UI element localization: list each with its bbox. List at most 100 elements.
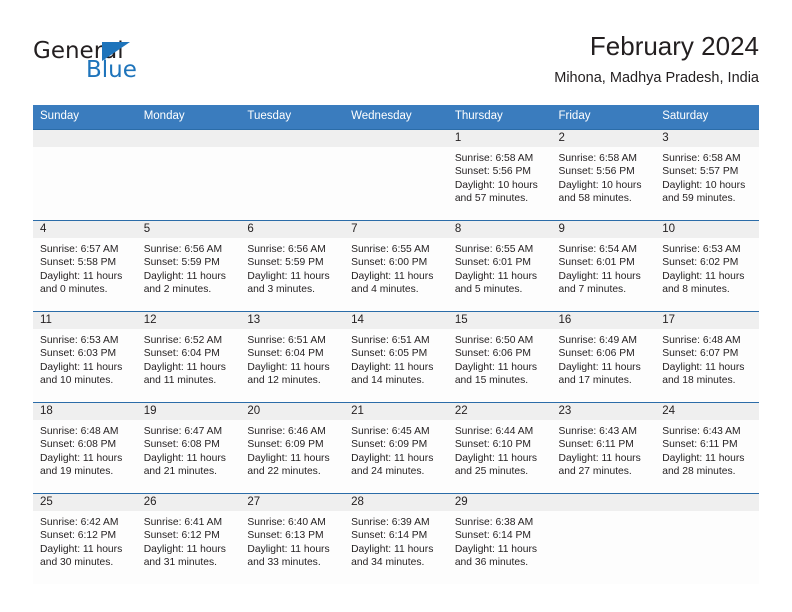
sunrise-time: Sunrise: 6:50 AM bbox=[454, 335, 534, 346]
day-number: 3 bbox=[655, 130, 759, 147]
calendar-day-cell[interactable]: 28 Sunrise: 6:39 AM Sunset: 6:14 PM Dayligh… bbox=[344, 493, 448, 584]
calendar-day-cell[interactable]: 20 Sunrise: 6:46 AM Sunset: 6:09 PM Dayligh… bbox=[240, 402, 345, 494]
daylight-line-2: and 7 minutes. bbox=[558, 284, 627, 296]
day-details: Sunrise: 6:40 AM Sunset: 6:13 PM Daylight:… bbox=[240, 511, 344, 570]
sunrise-time: Sunrise: 6:46 AM bbox=[247, 426, 326, 437]
daylight-line-1: Daylight: 11 hours bbox=[247, 452, 330, 464]
day-number: 13 bbox=[240, 312, 345, 329]
calendar-day-cell[interactable]: 22 Sunrise: 6:44 AM Sunset: 6:10 PM Dayligh… bbox=[447, 402, 552, 494]
daylight-line-1: Daylight: 11 hours bbox=[454, 270, 538, 282]
calendar-day-cell[interactable]: 16 Sunrise: 6:49 AM Sunset: 6:06 PM Dayligh… bbox=[551, 311, 656, 403]
calendar-day-cell[interactable]: 10 Sunrise: 6:53 AM Sunset: 6:02 PM Dayligh… bbox=[655, 220, 759, 312]
calendar-day-cell[interactable]: 8 Sunrise: 6:55 AM Sunset: 6:01 PM Daylight… bbox=[447, 220, 552, 312]
calendar-day-cell[interactable] bbox=[344, 129, 448, 221]
sunrise-time: Sunrise: 6:49 AM bbox=[558, 335, 637, 346]
day-cell-content bbox=[344, 130, 448, 220]
sunrise-time: Sunrise: 6:58 AM bbox=[454, 153, 534, 164]
calendar-day-cell[interactable]: 15 Sunrise: 6:50 AM Sunset: 6:06 PM Dayligh… bbox=[447, 311, 552, 403]
sunset-time: Sunset: 6:09 PM bbox=[247, 439, 324, 451]
daylight-line-2: and 33 minutes. bbox=[247, 557, 321, 569]
daylight-line-1: Daylight: 11 hours bbox=[662, 270, 745, 282]
calendar-day-cell[interactable]: 14 Sunrise: 6:51 AM Sunset: 6:05 PM Dayligh… bbox=[344, 311, 448, 403]
sunset-time: Sunset: 5:58 PM bbox=[40, 257, 117, 269]
calendar-day-cell[interactable]: 17 Sunrise: 6:48 AM Sunset: 6:07 PM Dayligh… bbox=[655, 311, 759, 403]
calendar-day-cell[interactable]: 3 Sunrise: 6:58 AM Sunset: 5:57 PM Daylight… bbox=[655, 129, 759, 221]
day-cell-content: 1 Sunrise: 6:58 AM Sunset: 5:56 PM Daylight… bbox=[447, 130, 552, 220]
calendar-day-cell[interactable]: 29 Sunrise: 6:38 AM Sunset: 6:14 PM Dayligh… bbox=[447, 493, 552, 584]
daylight-line-1: Daylight: 11 hours bbox=[662, 452, 745, 464]
daylight-line-2: and 19 minutes. bbox=[40, 466, 114, 478]
day-number: 22 bbox=[447, 403, 552, 420]
sunrise-time: Sunrise: 6:43 AM bbox=[558, 426, 637, 437]
sunrise-time: Sunrise: 6:45 AM bbox=[351, 426, 430, 437]
calendar-day-cell[interactable] bbox=[136, 129, 241, 221]
calendar-day-cell[interactable]: 21 Sunrise: 6:45 AM Sunset: 6:09 PM Dayligh… bbox=[344, 402, 448, 494]
calendar-day-cell[interactable]: 11 Sunrise: 6:53 AM Sunset: 6:03 PM Dayligh… bbox=[33, 311, 137, 403]
sunset-time: Sunset: 6:05 PM bbox=[351, 348, 428, 360]
sunset-time: Sunset: 6:00 PM bbox=[351, 257, 428, 269]
day-details: Sunrise: 6:43 AM Sunset: 6:11 PM Daylight:… bbox=[655, 420, 759, 479]
sunrise-time: Sunrise: 6:44 AM bbox=[454, 426, 534, 437]
daylight-line-1: Daylight: 11 hours bbox=[40, 452, 123, 464]
sunrise-time: Sunrise: 6:54 AM bbox=[558, 244, 637, 255]
day-details: Sunrise: 6:39 AM Sunset: 6:14 PM Daylight:… bbox=[344, 511, 448, 570]
calendar-day-cell[interactable]: 13 Sunrise: 6:51 AM Sunset: 6:04 PM Dayligh… bbox=[240, 311, 345, 403]
day-number: 28 bbox=[344, 494, 448, 511]
day-cell-content bbox=[136, 130, 241, 220]
day-cell-content: 12 Sunrise: 6:52 AM Sunset: 6:04 PM Dayligh… bbox=[136, 312, 241, 402]
daylight-line-2: and 22 minutes. bbox=[247, 466, 321, 478]
daylight-line-2: and 24 minutes. bbox=[351, 466, 425, 478]
sunrise-time: Sunrise: 6:53 AM bbox=[662, 244, 741, 255]
day-details: Sunrise: 6:57 AM Sunset: 5:58 PM Daylight:… bbox=[33, 238, 137, 297]
calendar-page: General Blue February 2024 Mihona, Madhy… bbox=[0, 0, 792, 612]
day-details: Sunrise: 6:53 AM Sunset: 6:02 PM Daylight:… bbox=[655, 238, 759, 297]
calendar-day-cell[interactable]: 2 Sunrise: 6:58 AM Sunset: 5:56 PM Daylight… bbox=[551, 129, 656, 221]
calendar-day-cell[interactable]: 7 Sunrise: 6:55 AM Sunset: 6:00 PM Daylight… bbox=[344, 220, 448, 312]
calendar-day-cell[interactable]: 9 Sunrise: 6:54 AM Sunset: 6:01 PM Daylight… bbox=[551, 220, 656, 312]
calendar-day-cell[interactable]: 23 Sunrise: 6:43 AM Sunset: 6:11 PM Dayligh… bbox=[551, 402, 656, 494]
calendar-day-cell[interactable]: 18 Sunrise: 6:48 AM Sunset: 6:08 PM Dayligh… bbox=[33, 402, 137, 494]
sunrise-time: Sunrise: 6:48 AM bbox=[662, 335, 741, 346]
weekday-header-saturday: Saturday bbox=[655, 105, 759, 130]
calendar-week-row: 11 Sunrise: 6:53 AM Sunset: 6:03 PM Dayligh… bbox=[33, 311, 759, 403]
day-number: 1 bbox=[447, 130, 552, 147]
calendar-day-cell[interactable]: 19 Sunrise: 6:47 AM Sunset: 6:08 PM Dayligh… bbox=[136, 402, 241, 494]
logo-word-blue: Blue bbox=[86, 57, 137, 83]
day-number: 14 bbox=[344, 312, 448, 329]
calendar-day-cell[interactable] bbox=[33, 129, 137, 221]
sunrise-time: Sunrise: 6:42 AM bbox=[40, 517, 119, 528]
calendar-day-cell[interactable] bbox=[240, 129, 345, 221]
calendar-day-cell[interactable]: 4 Sunrise: 6:57 AM Sunset: 5:58 PM Daylight… bbox=[33, 220, 137, 312]
general-blue-logo[interactable]: General Blue bbox=[33, 38, 213, 94]
calendar-day-cell[interactable]: 1 Sunrise: 6:58 AM Sunset: 5:56 PM Daylight… bbox=[447, 129, 552, 221]
day-cell-content: 25 Sunrise: 6:42 AM Sunset: 6:12 PM Dayligh… bbox=[33, 494, 137, 584]
calendar-day-cell[interactable]: 26 Sunrise: 6:41 AM Sunset: 6:12 PM Dayligh… bbox=[136, 493, 241, 584]
calendar-day-cell[interactable]: 12 Sunrise: 6:52 AM Sunset: 6:04 PM Dayligh… bbox=[136, 311, 241, 403]
sunrise-time: Sunrise: 6:41 AM bbox=[143, 517, 223, 528]
day-details: Sunrise: 6:38 AM Sunset: 6:14 PM Daylight:… bbox=[448, 511, 552, 570]
calendar-week-row: 1 Sunrise: 6:58 AM Sunset: 5:56 PM Daylight… bbox=[33, 129, 759, 221]
sunset-time: Sunset: 5:59 PM bbox=[247, 257, 324, 269]
day-number: 24 bbox=[655, 403, 759, 420]
day-number: 5 bbox=[136, 221, 241, 238]
calendar-day-cell[interactable]: 24 Sunrise: 6:43 AM Sunset: 6:11 PM Dayligh… bbox=[655, 402, 759, 494]
daylight-line-1: Daylight: 11 hours bbox=[351, 543, 434, 555]
daylight-line-2: and 25 minutes. bbox=[454, 466, 529, 478]
day-cell-content: 15 Sunrise: 6:50 AM Sunset: 6:06 PM Dayligh… bbox=[447, 312, 552, 402]
calendar-day-cell[interactable] bbox=[551, 493, 656, 584]
calendar-day-cell[interactable]: 25 Sunrise: 6:42 AM Sunset: 6:12 PM Dayligh… bbox=[33, 493, 137, 584]
calendar-day-cell[interactable]: 5 Sunrise: 6:56 AM Sunset: 5:59 PM Daylight… bbox=[136, 220, 241, 312]
calendar-day-cell[interactable]: 6 Sunrise: 6:56 AM Sunset: 5:59 PM Daylight… bbox=[240, 220, 345, 312]
sunset-time: Sunset: 6:11 PM bbox=[662, 439, 738, 451]
calendar-day-cell[interactable] bbox=[655, 493, 759, 584]
sunset-time: Sunset: 6:11 PM bbox=[558, 439, 634, 451]
calendar-week-row: 4 Sunrise: 6:57 AM Sunset: 5:58 PM Daylight… bbox=[33, 220, 759, 312]
day-details: Sunrise: 6:58 AM Sunset: 5:56 PM Daylight:… bbox=[448, 147, 552, 206]
day-details: Sunrise: 6:58 AM Sunset: 5:57 PM Daylight:… bbox=[655, 147, 759, 206]
day-cell-content: 26 Sunrise: 6:41 AM Sunset: 6:12 PM Dayligh… bbox=[136, 494, 241, 584]
daylight-line-2: and 59 minutes. bbox=[662, 193, 736, 205]
sunset-time: Sunset: 5:56 PM bbox=[558, 166, 635, 178]
day-cell-content: 3 Sunrise: 6:58 AM Sunset: 5:57 PM Daylight… bbox=[655, 130, 759, 220]
day-number: 27 bbox=[240, 494, 345, 511]
calendar-day-cell[interactable]: 27 Sunrise: 6:40 AM Sunset: 6:13 PM Dayligh… bbox=[240, 493, 345, 584]
